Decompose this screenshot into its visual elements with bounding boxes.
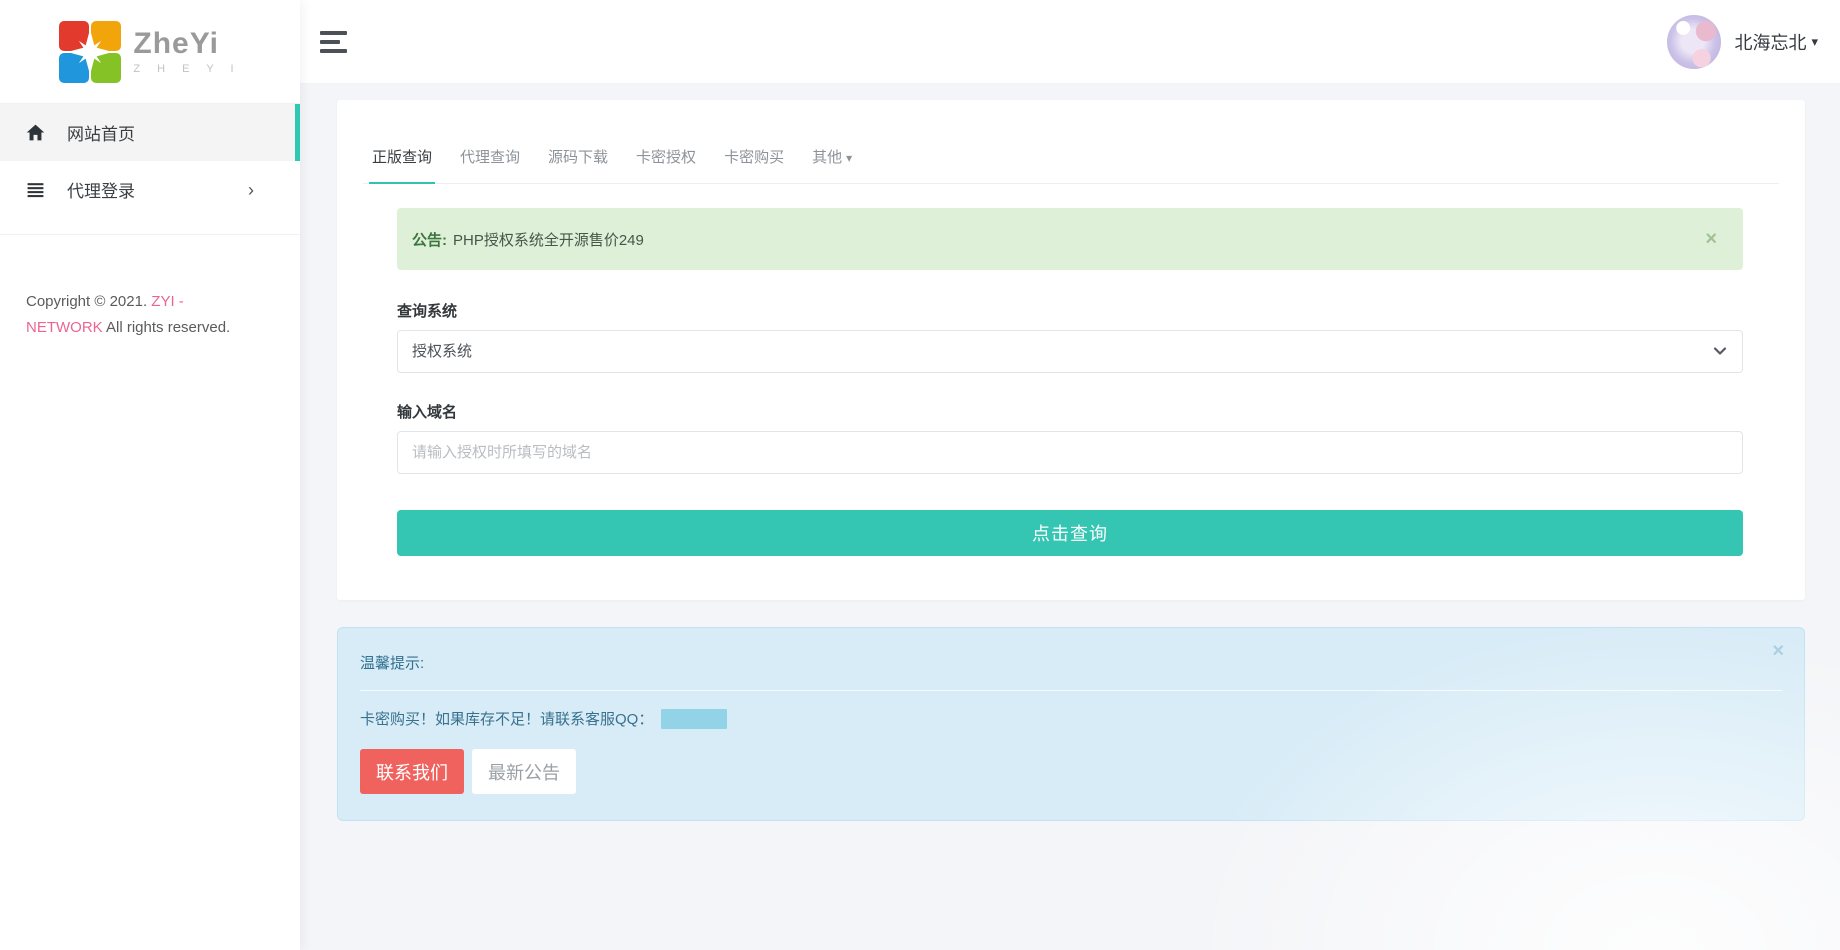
tab-agent-query[interactable]: 代理查询 xyxy=(457,100,523,184)
caret-down-icon: ▾ xyxy=(1811,34,1818,50)
announcement-alert: 公告: PHP授权系统全开源售价249 × xyxy=(397,208,1743,270)
copyright: Copyright © 2021. ZYI - NETWORK All righ… xyxy=(0,289,300,341)
announcement-text: PHP授权系统全开源售价249 xyxy=(453,229,644,250)
sidebar-item-label: 代理登录 xyxy=(67,177,135,202)
query-submit-button[interactable]: 点击查询 xyxy=(397,510,1743,556)
close-icon[interactable]: × xyxy=(1705,229,1717,249)
topbar: 北海忘北 ▾ xyxy=(300,0,1840,84)
notice-title: 温馨提示: xyxy=(360,652,1782,673)
username: 北海忘北 xyxy=(1734,29,1806,55)
close-icon[interactable]: × xyxy=(1772,641,1784,661)
sidebar-menu: 网站首页 代理登录 › xyxy=(0,103,300,235)
latest-announcement-button[interactable]: 最新公告 xyxy=(472,749,576,794)
tab-card-purchase[interactable]: 卡密购买 xyxy=(721,100,787,184)
app-root: ZheYi Z H E Y I 网站首页 代理登录 › xyxy=(0,0,1840,950)
tab-genuine-query[interactable]: 正版查询 xyxy=(369,100,435,184)
select-label: 查询系统 xyxy=(397,300,1743,321)
notice-body: 卡密购买！如果库存不足！请联系客服QQ： xyxy=(360,708,1782,729)
tab-label: 其他 xyxy=(812,149,842,166)
tab-label: 源码下载 xyxy=(548,149,608,166)
sidebar-item-agent-login[interactable]: 代理登录 › xyxy=(0,161,300,218)
brand-logo[interactable]: ZheYi Z H E Y I xyxy=(0,0,300,103)
avatar[interactable] xyxy=(1667,15,1721,69)
notice-actions: 联系我们 最新公告 xyxy=(360,749,1782,794)
tab-label: 卡密购买 xyxy=(724,149,784,166)
brand-subtitle: Z H E Y I xyxy=(133,63,240,75)
tab-label: 代理查询 xyxy=(460,149,520,166)
tab-other[interactable]: 其他 ▾ xyxy=(809,100,855,184)
system-select-wrap: 授权系统 xyxy=(397,330,1743,373)
notice-body-text: 卡密购买！如果库存不足！请联系客服QQ： xyxy=(360,708,653,729)
brand-title: ZheYi xyxy=(133,29,240,59)
list-icon xyxy=(26,180,45,199)
brand-logo-icon xyxy=(59,21,121,83)
sidebar-item-label: 网站首页 xyxy=(67,120,135,145)
tab-label: 卡密授权 xyxy=(636,149,696,166)
domain-input[interactable] xyxy=(397,431,1743,474)
home-icon xyxy=(26,123,45,142)
tab-label: 正版查询 xyxy=(372,149,432,166)
brand-text: ZheYi Z H E Y I xyxy=(133,29,240,75)
qq-redacted-block xyxy=(661,709,727,729)
notice-divider xyxy=(360,690,1782,691)
announcement-label: 公告: xyxy=(412,229,447,250)
notice-panel: 温馨提示: × 卡密购买！如果库存不足！请联系客服QQ： 联系我们 最新公告 xyxy=(337,627,1805,821)
user-menu[interactable]: 北海忘北 ▾ xyxy=(1667,15,1818,69)
sidebar: ZheYi Z H E Y I 网站首页 代理登录 › xyxy=(0,0,300,950)
tab-card-authorization[interactable]: 卡密授权 xyxy=(633,100,699,184)
copyright-suffix: All rights reserved. xyxy=(103,319,231,336)
page-content: 正版查询 代理查询 源码下载 卡密授权 卡密购买 其他 ▾ xyxy=(300,84,1840,950)
tab-bar: 正版查询 代理查询 源码下载 卡密授权 卡密购买 其他 ▾ xyxy=(363,100,1779,184)
sparkle-icon xyxy=(62,24,118,80)
contact-us-button[interactable]: 联系我们 xyxy=(360,749,464,794)
sidebar-item-home[interactable]: 网站首页 xyxy=(0,104,300,161)
query-card-body: 公告: PHP授权系统全开源售价249 × 查询系统 授权系统 输入域名 xyxy=(337,184,1805,600)
chevron-right-icon: › xyxy=(248,181,274,199)
copyright-prefix: Copyright © 2021. xyxy=(26,293,151,310)
domain-label: 输入域名 xyxy=(397,401,1743,422)
query-card: 正版查询 代理查询 源码下载 卡密授权 卡密购买 其他 ▾ xyxy=(337,100,1805,600)
main-column: 北海忘北 ▾ 正版查询 代理查询 源码下载 卡密授 xyxy=(300,0,1840,950)
menu-toggle-icon[interactable] xyxy=(320,31,348,53)
caret-down-icon: ▾ xyxy=(846,151,852,165)
tab-source-download[interactable]: 源码下载 xyxy=(545,100,611,184)
system-select[interactable]: 授权系统 xyxy=(397,330,1743,373)
